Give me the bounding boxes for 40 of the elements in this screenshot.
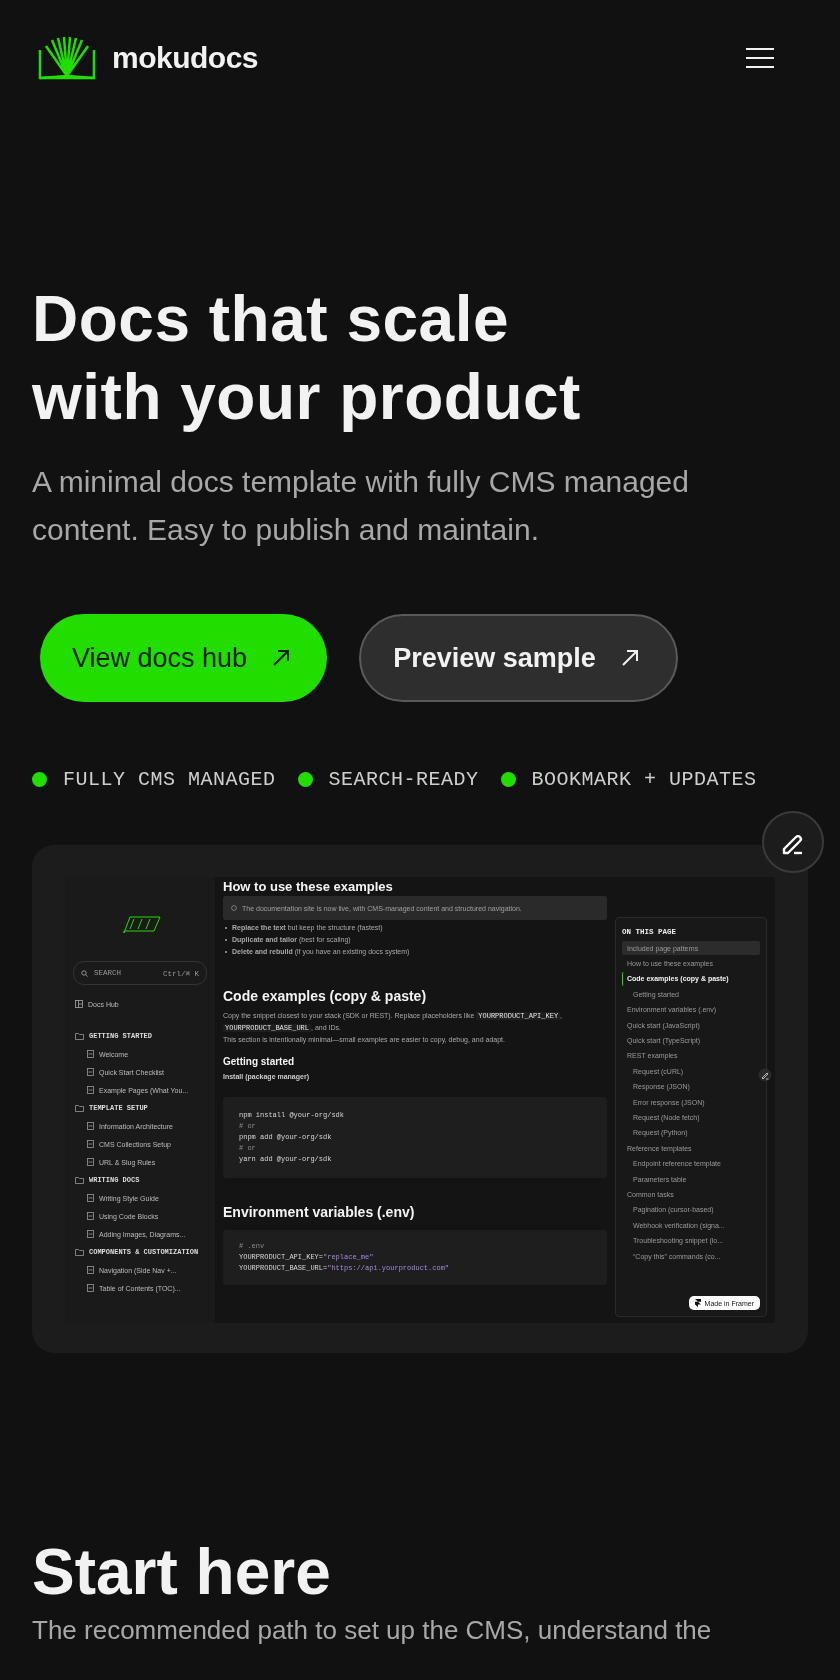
folder-icon <box>75 1176 84 1184</box>
info-icon <box>231 905 237 911</box>
section-description: The recommended path to set up the CMS, understand the <box>32 1615 713 1645</box>
document-icon <box>87 1050 94 1058</box>
status-dot <box>32 772 47 787</box>
hero-subtitle: A minimal docs template with fully CMS managed content. Easy to publish and maintain. <box>32 464 690 548</box>
framer-logo-icon <box>694 1299 701 1307</box>
status-dot <box>297 772 313 787</box>
brand-name: mokudocs <box>112 41 259 75</box>
document-icon <box>87 1140 94 1148</box>
document-icon <box>87 1284 94 1292</box>
cta-button[interactable]: View docs hub <box>40 614 328 702</box>
search-icon <box>81 969 88 977</box>
document-icon <box>87 1158 94 1166</box>
status-dot <box>500 772 516 787</box>
feature-label: BOOKMARK + UPDATES <box>531 768 757 791</box>
document-icon <box>87 1194 94 1202</box>
hero-title: Docs that scale with your product <box>32 282 582 435</box>
document-icon <box>87 1212 94 1220</box>
folder-icon <box>75 1104 84 1112</box>
sub-heading: Getting started <box>223 1056 296 1067</box>
layout-icon <box>75 1000 83 1008</box>
document-icon <box>87 1230 94 1238</box>
feature-label: FULLY CMS MANAGED <box>63 768 276 791</box>
section-title: Start here <box>32 1535 332 1610</box>
section-heading: Code examples (copy & paste) <box>223 988 428 1004</box>
section-heading: How to use these examples <box>223 879 394 894</box>
document-icon <box>87 1068 94 1076</box>
arrow-up-right-icon <box>271 648 292 668</box>
document-icon <box>87 1266 94 1274</box>
section-heading: Environment variables (.env) <box>223 1204 416 1220</box>
document-icon <box>87 1086 94 1094</box>
folder-icon <box>75 1032 84 1040</box>
menu-icon[interactable] <box>746 48 774 68</box>
cta-button[interactable]: Preview sample <box>359 614 678 702</box>
logo-icon <box>38 36 96 80</box>
document-icon <box>87 1122 94 1130</box>
folder-icon <box>75 1248 84 1256</box>
feature-label: SEARCH-READY <box>328 768 479 791</box>
pencil-icon[interactable] <box>758 1068 772 1082</box>
